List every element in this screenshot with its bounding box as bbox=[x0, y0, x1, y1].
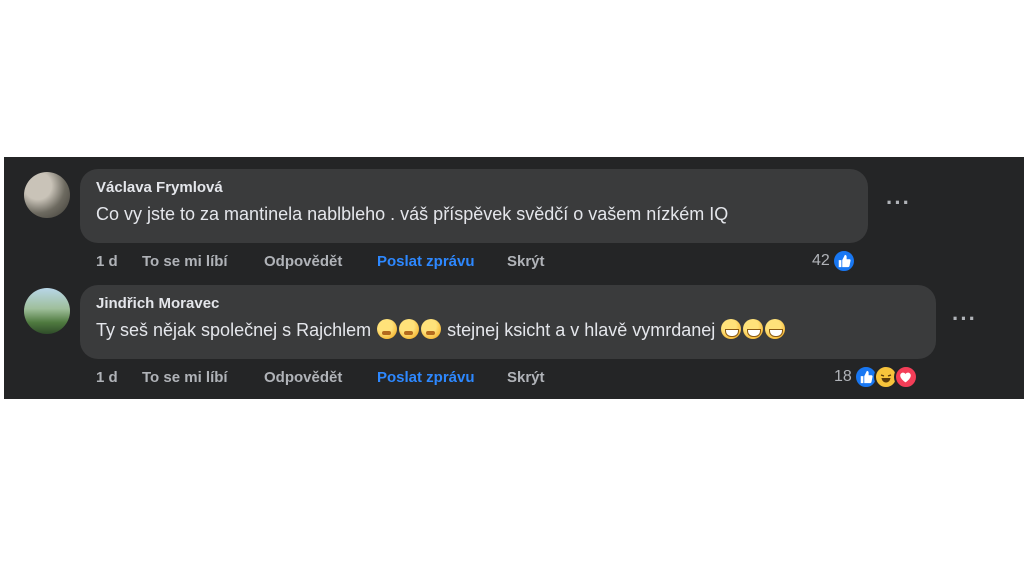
comments-panel: Václava Frymlová Co vy jste to za mantin… bbox=[4, 157, 1024, 399]
send-message-button[interactable]: Poslat zprávu bbox=[377, 253, 475, 270]
reply-button[interactable]: Odpovědět bbox=[264, 253, 342, 270]
more-options-icon[interactable]: ··· bbox=[886, 192, 911, 214]
reply-button[interactable]: Odpovědět bbox=[264, 369, 342, 386]
comment-timestamp[interactable]: 1 d bbox=[96, 253, 118, 270]
grinning-emoji-icon bbox=[765, 319, 786, 339]
like-button[interactable]: To se mi líbí bbox=[142, 253, 228, 270]
comment-bubble: Václava Frymlová Co vy jste to za mantin… bbox=[80, 169, 868, 243]
emoji-group bbox=[720, 319, 786, 346]
avatar[interactable] bbox=[24, 172, 70, 218]
grinning-emoji-icon bbox=[743, 319, 764, 339]
like-icon bbox=[831, 249, 856, 273]
reaction-count: 42 bbox=[812, 252, 830, 269]
comment-text-part: Ty seš nějak společnej s Rajchlem bbox=[96, 320, 372, 340]
avatar[interactable] bbox=[24, 288, 70, 334]
comment-text: Co vy jste to za mantinela nablbleho . v… bbox=[96, 204, 729, 224]
hide-button[interactable]: Skrýt bbox=[507, 369, 545, 386]
reaction-summary[interactable]: 18 bbox=[834, 365, 918, 389]
more-options-icon[interactable]: ··· bbox=[952, 308, 977, 330]
reaction-count: 18 bbox=[834, 368, 852, 385]
comment-timestamp[interactable]: 1 d bbox=[96, 369, 118, 386]
comment-text-part: stejnej ksicht a v hlavě vymrdanej bbox=[447, 320, 716, 340]
send-message-button[interactable]: Poslat zprávu bbox=[377, 369, 475, 386]
comment-author[interactable]: Jindřich Moravec bbox=[96, 294, 922, 314]
comment-bubble: Jindřich Moravec Ty seš nějak společnej … bbox=[80, 285, 936, 359]
thinking-emoji-icon bbox=[377, 319, 398, 339]
emoji-group bbox=[376, 319, 442, 346]
thinking-emoji-icon bbox=[421, 319, 442, 339]
comment-text: Ty seš nějak společnej s Rajchlem stejne… bbox=[96, 317, 922, 346]
reaction-summary[interactable]: 42 bbox=[812, 249, 856, 273]
like-button[interactable]: To se mi líbí bbox=[142, 369, 228, 386]
hide-button[interactable]: Skrýt bbox=[507, 253, 545, 270]
comment-author[interactable]: Václava Frymlová bbox=[96, 178, 854, 198]
grinning-emoji-icon bbox=[721, 319, 742, 339]
love-icon bbox=[893, 365, 918, 389]
thinking-emoji-icon bbox=[399, 319, 420, 339]
